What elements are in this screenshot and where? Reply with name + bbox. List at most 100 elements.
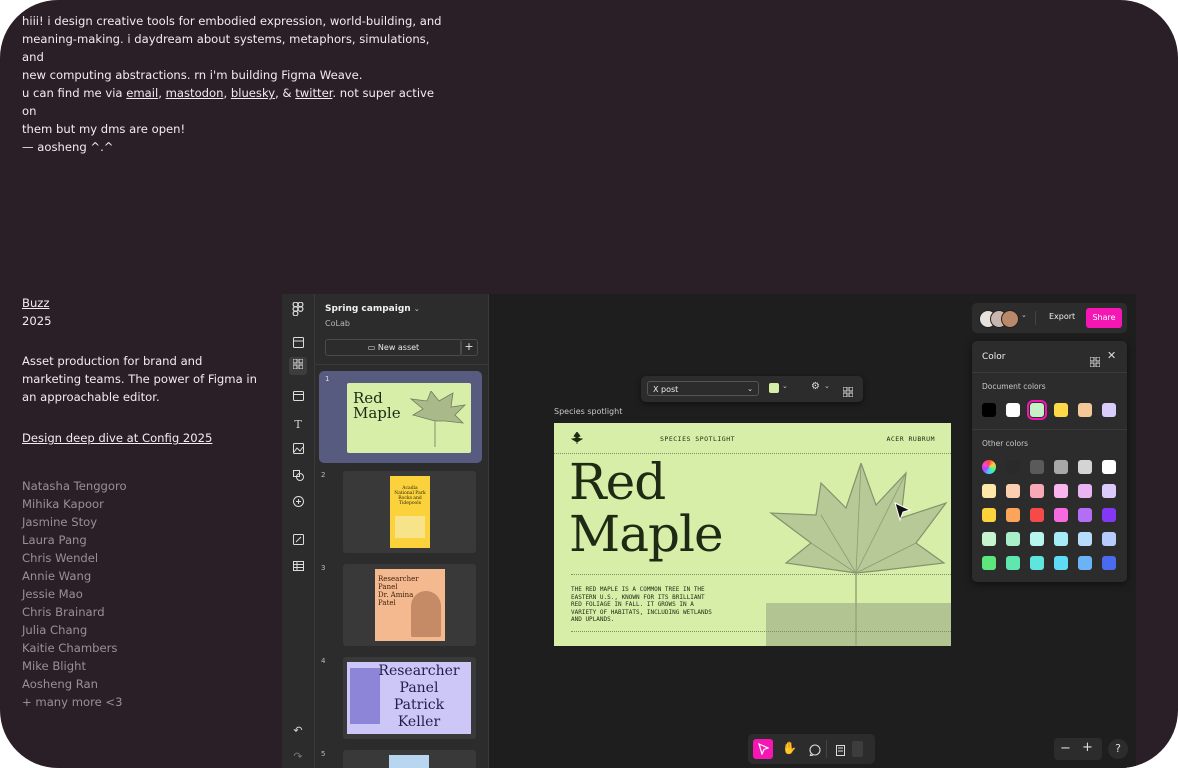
fill-color-swatch[interactable] bbox=[769, 383, 779, 393]
other-color-swatch[interactable] bbox=[1078, 460, 1092, 474]
other-color-swatch[interactable] bbox=[1078, 484, 1092, 498]
document-color-swatch[interactable] bbox=[1054, 403, 1068, 417]
description-line: an approachable editor. bbox=[22, 390, 160, 404]
comment-icon[interactable] bbox=[809, 741, 821, 760]
other-color-swatch[interactable] bbox=[1006, 460, 1020, 474]
file-title[interactable]: Spring campaign ⌄ bbox=[325, 304, 420, 314]
other-color-swatch[interactable] bbox=[982, 556, 996, 570]
other-color-swatch[interactable] bbox=[1006, 556, 1020, 570]
credit-name: Kaitie Chambers bbox=[22, 641, 118, 655]
table-icon[interactable] bbox=[289, 559, 307, 577]
document-color-swatch[interactable] bbox=[1102, 403, 1116, 417]
other-color-swatch[interactable] bbox=[1078, 508, 1092, 522]
chevron-down-icon[interactable]: ⌄ bbox=[782, 382, 788, 390]
other-color-swatch[interactable] bbox=[1102, 556, 1116, 570]
divider bbox=[972, 429, 1127, 430]
other-color-swatch[interactable] bbox=[1030, 484, 1044, 498]
mastodon-link[interactable]: mastodon bbox=[166, 86, 224, 100]
other-color-swatch[interactable] bbox=[1078, 556, 1092, 570]
other-color-swatch[interactable] bbox=[1006, 532, 1020, 546]
layout-icon[interactable] bbox=[289, 389, 307, 407]
image-icon[interactable] bbox=[289, 442, 307, 460]
edit-icon[interactable] bbox=[289, 533, 307, 551]
document-color-swatch[interactable] bbox=[982, 403, 996, 417]
cursor-icon bbox=[758, 743, 769, 755]
frame-label[interactable]: Species spotlight bbox=[554, 407, 622, 416]
other-color-swatch[interactable] bbox=[1054, 532, 1068, 546]
spotlight-tag-right: ACER RUBRUM bbox=[886, 435, 935, 443]
other-color-swatch[interactable] bbox=[1054, 556, 1068, 570]
swatch-preview[interactable] bbox=[852, 741, 863, 757]
design-deep-dive-link[interactable]: Design deep dive at Config 2025 bbox=[22, 429, 212, 447]
add-circle-icon[interactable] bbox=[289, 495, 307, 513]
credit-name: Jasmine Stoy bbox=[22, 515, 98, 529]
thumbnail-card: Researcher Panel Dr. Amina Patel bbox=[343, 564, 476, 646]
other-color-swatch[interactable] bbox=[1030, 508, 1044, 522]
credit-name: Julia Chang bbox=[22, 623, 88, 637]
chevron-down-icon[interactable]: ⌄ bbox=[1021, 311, 1027, 319]
document-color-swatch[interactable] bbox=[1078, 403, 1092, 417]
help-button[interactable]: ? bbox=[1108, 739, 1128, 759]
other-color-swatch[interactable] bbox=[1006, 484, 1020, 498]
actions-icon[interactable] bbox=[836, 742, 848, 761]
other-color-swatch[interactable] bbox=[1030, 460, 1044, 474]
undo-icon[interactable]: ↶ bbox=[289, 722, 307, 740]
avatar[interactable] bbox=[1001, 310, 1019, 328]
credit-name: Chris Wendel bbox=[22, 551, 99, 565]
new-asset-button[interactable]: ▭ New asset bbox=[325, 339, 462, 356]
bluesky-link[interactable]: bluesky bbox=[231, 86, 275, 100]
grid-icon[interactable] bbox=[1089, 352, 1101, 371]
add-asset-button[interactable]: + bbox=[460, 339, 478, 356]
redo-icon[interactable]: ↷ bbox=[289, 748, 307, 766]
email-link[interactable]: email bbox=[126, 86, 158, 100]
other-color-swatch[interactable] bbox=[1102, 484, 1116, 498]
thumbnail-card bbox=[343, 750, 476, 768]
move-tool-button[interactable] bbox=[753, 739, 773, 759]
chevron-down-icon[interactable]: ⌄ bbox=[824, 382, 830, 390]
intro-line: new computing abstractions. rn i'm build… bbox=[22, 68, 363, 82]
other-color-swatch[interactable] bbox=[1102, 460, 1116, 474]
species-spotlight-frame[interactable]: SPECIES SPOTLIGHT ACER RUBRUM Red Maple T… bbox=[554, 423, 951, 646]
other-color-swatch[interactable] bbox=[1030, 556, 1044, 570]
close-icon[interactable]: ✕ bbox=[1107, 349, 1116, 362]
other-color-swatch[interactable] bbox=[1054, 460, 1068, 474]
other-color-swatch[interactable] bbox=[1054, 484, 1068, 498]
other-color-swatch[interactable] bbox=[1054, 508, 1068, 522]
other-color-swatch[interactable] bbox=[1102, 532, 1116, 546]
pages-icon[interactable] bbox=[289, 336, 307, 354]
chevron-down-icon[interactable]: ⌄ bbox=[414, 305, 420, 313]
document-colors bbox=[982, 400, 1122, 420]
hand-tool-icon[interactable]: ✋ bbox=[782, 741, 797, 755]
shapes-icon[interactable] bbox=[289, 469, 307, 487]
share-button[interactable]: Share bbox=[1086, 308, 1122, 328]
assets-grid-icon[interactable] bbox=[289, 357, 307, 375]
project-title-link[interactable]: Buzz bbox=[22, 294, 49, 312]
other-color-swatch[interactable] bbox=[982, 460, 996, 474]
other-color-swatch[interactable] bbox=[1102, 508, 1116, 522]
effects-icon[interactable]: ⚙ bbox=[811, 381, 820, 392]
document-color-swatch[interactable] bbox=[1006, 403, 1020, 417]
other-color-swatch[interactable] bbox=[982, 484, 996, 498]
canvas[interactable]: X post ⌄ ⌄ ⚙ ⌄ Species spotlight SPECIES … bbox=[489, 294, 1136, 768]
figma-logo-icon[interactable] bbox=[289, 301, 307, 320]
other-color-swatch[interactable] bbox=[1078, 532, 1092, 546]
zoom-in-button[interactable]: + bbox=[1082, 740, 1093, 755]
thumbnail-card: Acadia National Park Rocks and Tidepools bbox=[343, 471, 476, 553]
asset-thumbnail-1[interactable]: 1 Red Maple bbox=[319, 371, 482, 463]
other-color-swatch[interactable] bbox=[1006, 508, 1020, 522]
credit-name: Jessie Mao bbox=[22, 587, 83, 601]
text-tool-icon[interactable]: T bbox=[289, 416, 307, 434]
document-color-swatch[interactable] bbox=[1027, 400, 1047, 420]
intro-line: meaning-making. i daydream about systems… bbox=[22, 32, 430, 64]
twitter-link[interactable]: twitter bbox=[295, 86, 332, 100]
grid-icon[interactable] bbox=[842, 382, 854, 401]
format-select[interactable]: X post ⌄ bbox=[647, 381, 759, 396]
other-color-swatch[interactable] bbox=[982, 508, 996, 522]
leaf-illustration bbox=[409, 391, 467, 447]
frame-icon: ▭ bbox=[367, 343, 376, 352]
other-color-swatch[interactable] bbox=[1030, 532, 1044, 546]
thumbnail-preview bbox=[389, 755, 429, 768]
export-button[interactable]: Export bbox=[1049, 312, 1075, 321]
zoom-out-button[interactable]: − bbox=[1060, 741, 1071, 756]
other-color-swatch[interactable] bbox=[982, 532, 996, 546]
